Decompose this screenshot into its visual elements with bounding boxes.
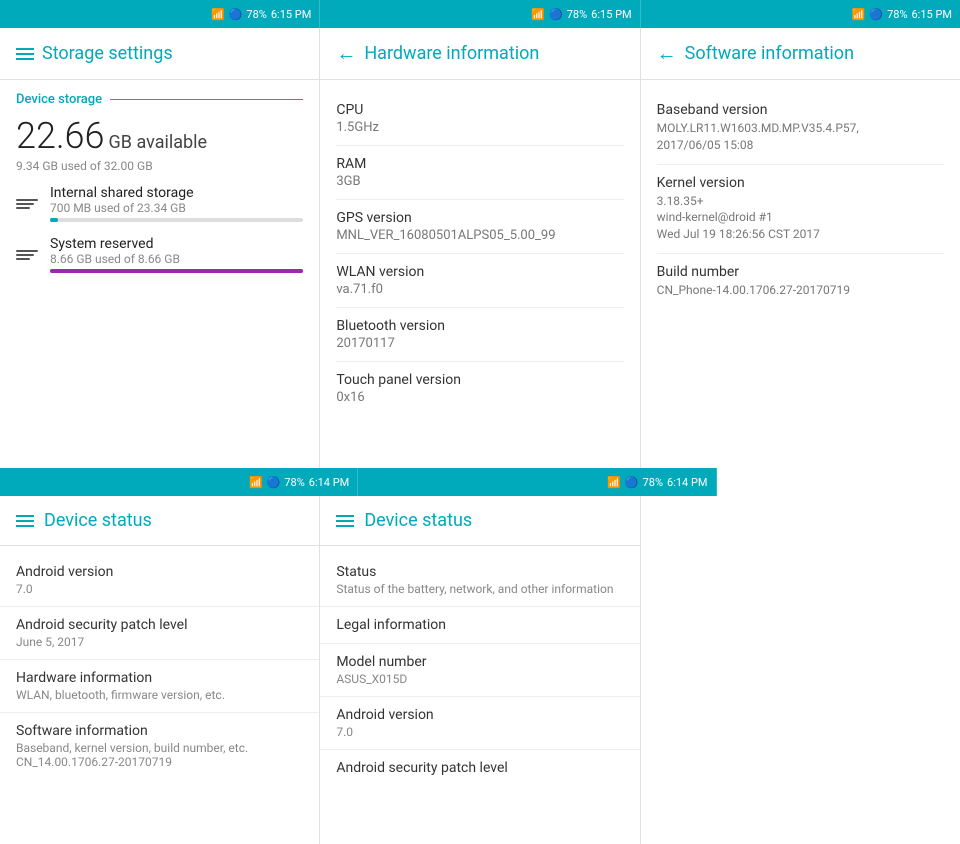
- sw-item-baseband: Baseband version MOLY.LR11.W1603.MD.MP.V…: [657, 92, 944, 165]
- software-content: Baseband version MOLY.LR11.W1603.MD.MP.V…: [641, 80, 960, 468]
- ds-content-2: Status Status of the battery, network, a…: [320, 546, 639, 844]
- ds-item-legal[interactable]: Legal information: [320, 607, 639, 644]
- bottom-bt-icon-1: 🔵: [267, 476, 281, 489]
- ds-item-android-security-2[interactable]: Android security patch level: [320, 750, 639, 786]
- software-header: ← Software information: [641, 28, 960, 80]
- ds-item-status[interactable]: Status Status of the battery, network, a…: [320, 554, 639, 607]
- storage-item-info-internal: Internal shared storage 700 MB used of 2…: [50, 185, 303, 222]
- status-section-1: 📶 🔵 78% 6:15 PM: [0, 0, 320, 28]
- bottom-bt-icon-2: 🔵: [625, 476, 639, 489]
- bottom-status-3-empty: [717, 468, 960, 496]
- wifi-icon-3: 📶: [852, 8, 866, 21]
- system-storage-name: System reserved: [50, 236, 303, 252]
- ds-title-1: Device status: [44, 510, 152, 531]
- internal-storage-used: 700 MB used of 23.34 GB: [50, 201, 303, 215]
- hw-item-ram: RAM 3GB: [336, 146, 623, 200]
- battery-text-3: 78%: [887, 8, 907, 21]
- device-storage-label: Device storage: [16, 92, 303, 107]
- bottom-battery-1: 78%: [284, 476, 304, 489]
- time-text-2: 6:15 PM: [591, 8, 631, 21]
- storage-item-icon-internal: [16, 199, 40, 209]
- bluetooth-icon-3: 🔵: [869, 8, 883, 21]
- time-text-3: 6:15 PM: [912, 8, 952, 21]
- storage-item-internal: Internal shared storage 700 MB used of 2…: [16, 185, 303, 222]
- hw-item-cpu: CPU 1.5GHz: [336, 92, 623, 146]
- bottom-wifi-icon-1: 📶: [249, 476, 263, 489]
- device-status-panel-2: Device status Status Status of the batte…: [320, 496, 640, 844]
- ds-header-2: Device status: [320, 496, 639, 546]
- bottom-time-2: 6:14 PM: [667, 476, 707, 489]
- internal-storage-name: Internal shared storage: [50, 185, 303, 201]
- hardware-title: Hardware information: [364, 43, 539, 64]
- battery-text-2: 78%: [567, 8, 587, 21]
- bottom-layout: Device status Android version 7.0 Androi…: [0, 496, 960, 844]
- ds-content-1: Android version 7.0 Android security pat…: [0, 546, 319, 844]
- ds-item-android-version-2[interactable]: Android version 7.0: [320, 697, 639, 750]
- hw-item-wlan: WLAN version va.71.f0: [336, 254, 623, 308]
- software-title: Software information: [685, 43, 854, 64]
- system-storage-fill: [50, 269, 303, 273]
- wifi-icon-2: 📶: [531, 8, 545, 21]
- storage-title: Storage settings: [42, 43, 173, 64]
- ds-item-android-version[interactable]: Android version 7.0: [0, 554, 319, 607]
- bottom-wifi-icon-2: 📶: [607, 476, 621, 489]
- top-status-bar: 📶 🔵 78% 6:15 PM 📶 🔵 78% 6:15 PM 📶 🔵 78% …: [0, 0, 960, 28]
- sw-item-build: Build number CN_Phone-14.00.1706.27-2017…: [657, 254, 944, 309]
- ds-item-security-patch[interactable]: Android security patch level June 5, 201…: [0, 607, 319, 660]
- software-back-arrow[interactable]: ←: [657, 41, 677, 66]
- storage-panel: Storage settings Device storage 22.66 GB…: [0, 28, 320, 468]
- hardware-header: ← Hardware information: [320, 28, 639, 80]
- hardware-back-arrow[interactable]: ←: [336, 41, 356, 66]
- storage-size-number: 22.66: [16, 115, 105, 157]
- storage-used-text: 9.34 GB used of 32.00 GB: [16, 159, 303, 173]
- device-status-panel-1: Device status Android version 7.0 Androi…: [0, 496, 320, 844]
- battery-text-1: 78%: [246, 8, 266, 21]
- hw-item-bluetooth: Bluetooth version 20170117: [336, 308, 623, 362]
- storage-size-unit: GB available: [109, 132, 208, 153]
- main-layout: Storage settings Device storage 22.66 GB…: [0, 28, 960, 468]
- bottom-time-1: 6:14 PM: [309, 476, 349, 489]
- storage-content: Device storage 22.66 GB available 9.34 G…: [0, 80, 319, 468]
- bottom-status-2: 📶 🔵 78% 6:14 PM: [358, 468, 716, 496]
- status-section-3: 📶 🔵 78% 6:15 PM: [641, 0, 960, 28]
- bottom-battery-2: 78%: [643, 476, 663, 489]
- hamburger-icon-ds1[interactable]: [16, 515, 34, 527]
- software-panel: ← Software information Baseband version …: [641, 28, 960, 468]
- ds-item-hardware-info[interactable]: Hardware information WLAN, bluetooth, fi…: [0, 660, 319, 713]
- bottom-empty-panel: [641, 496, 960, 844]
- ds-header-1: Device status: [0, 496, 319, 546]
- status-section-2: 📶 🔵 78% 6:15 PM: [320, 0, 640, 28]
- hamburger-icon[interactable]: [16, 48, 34, 60]
- hamburger-icon-ds2[interactable]: [336, 515, 354, 527]
- bluetooth-icon: 🔵: [229, 8, 243, 21]
- storage-item-icon-system: [16, 250, 40, 260]
- time-text-1: 6:15 PM: [271, 8, 311, 21]
- storage-item-system: System reserved 8.66 GB used of 8.66 GB: [16, 236, 303, 273]
- ds-item-software-info[interactable]: Software information Baseband, kernel ve…: [0, 713, 319, 779]
- bottom-status-1: 📶 🔵 78% 6:14 PM: [0, 468, 358, 496]
- system-storage-bar: [50, 269, 303, 273]
- sw-item-kernel: Kernel version 3.18.35+wind-kernel@droid…: [657, 165, 944, 254]
- hw-item-gps: GPS version MNL_VER_16080501ALPS05_5.00_…: [336, 200, 623, 254]
- ds-item-model-number[interactable]: Model number ASUS_X015D: [320, 644, 639, 697]
- hardware-panel: ← Hardware information CPU 1.5GHz RAM 3G…: [320, 28, 640, 468]
- internal-storage-bar: [50, 218, 303, 222]
- hw-item-touch: Touch panel version 0x16: [336, 362, 623, 415]
- storage-item-info-system: System reserved 8.66 GB used of 8.66 GB: [50, 236, 303, 273]
- internal-storage-fill: [50, 218, 58, 222]
- bluetooth-icon-2: 🔵: [549, 8, 563, 21]
- wifi-icon: 📶: [211, 8, 225, 21]
- bottom-status-bar: 📶 🔵 78% 6:14 PM 📶 🔵 78% 6:14 PM: [0, 468, 960, 496]
- storage-header: Storage settings: [0, 28, 319, 80]
- hardware-content: CPU 1.5GHz RAM 3GB GPS version MNL_VER_1…: [320, 80, 639, 468]
- ds-title-2: Device status: [364, 510, 472, 531]
- system-storage-used: 8.66 GB used of 8.66 GB: [50, 252, 303, 266]
